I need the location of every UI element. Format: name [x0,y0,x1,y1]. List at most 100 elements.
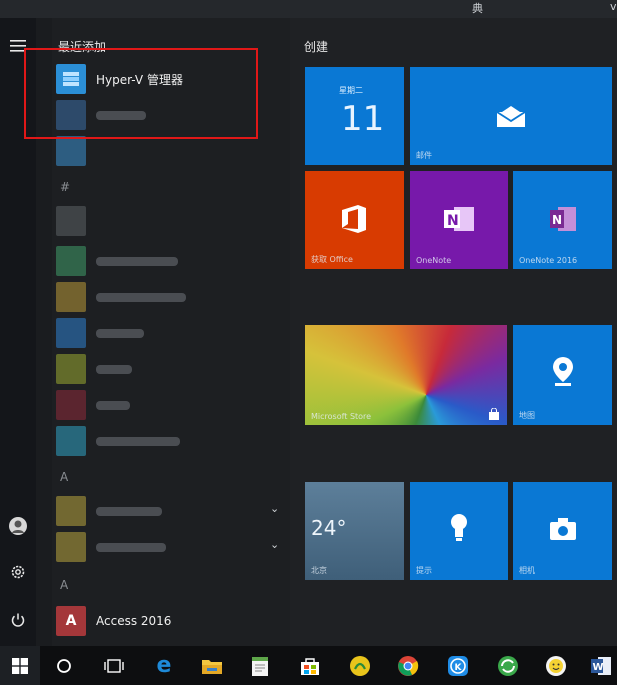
desktop-top-strip: 典 v [0,0,617,18]
folder-icon [56,496,86,526]
taskbar-app-notepad[interactable] [240,646,280,685]
mail-tile-label: 邮件 [416,151,432,160]
store-bag-icon [301,657,319,675]
app-item-blurred[interactable] [56,280,286,314]
svg-text:N: N [552,213,562,227]
notepad-icon [252,656,268,676]
app-icon [56,206,86,236]
desktop-top-text-a: 典 [472,2,483,15]
folder-icon [56,532,86,562]
onenote-tile-label: OneNote [416,256,452,265]
office-tile[interactable]: 获取 Office [305,171,404,269]
calendar-day: 11 [341,99,385,139]
mail-tile[interactable]: 邮件 [410,67,612,165]
calendar-tile[interactable]: 星期二 11 [305,67,404,165]
camera-tile[interactable]: 相机 [513,482,612,580]
blurred-app-label [96,328,144,338]
yellow-app-icon [350,655,370,676]
section-letter[interactable]: A [60,578,68,592]
app-item-blurred[interactable] [56,244,286,278]
access-icon: A [56,606,86,636]
app-folder-blurred[interactable] [56,494,286,528]
map-pin-icon [549,355,577,389]
search-button[interactable] [44,646,84,685]
app-item-blurred[interactable] [56,316,286,350]
task-view-button[interactable] [94,646,134,685]
chrome-icon [398,655,419,676]
app-icon [56,390,86,420]
taskbar-app-edge[interactable]: e [144,646,184,685]
app-item-blurred[interactable] [56,424,286,458]
svg-text:N: N [447,213,459,229]
chevron-down-icon[interactable]: ⌄ [270,502,279,515]
smiley-icon [546,655,566,676]
app-folder-blurred[interactable] [56,530,286,564]
app-item-blurred[interactable] [56,352,286,386]
mail-icon [496,105,526,129]
onenote-2016-icon: N [547,205,579,233]
taskbar-app-word[interactable]: W [584,646,617,685]
camera-tile-label: 相机 [519,566,535,575]
office-icon [339,203,369,235]
section-letter[interactable]: # [60,180,70,194]
blurred-app-label [96,364,132,374]
camera-icon [547,516,579,542]
blurred-app-label [96,542,166,552]
weather-tile[interactable]: 24° 北京 [305,482,404,580]
windows-logo-icon [12,657,28,674]
app-icon [56,136,86,166]
blurred-app-label [96,436,180,446]
app-icon [56,354,86,384]
desktop-top-text-b: v [610,0,617,13]
task-view-icon [104,658,124,673]
app-item-blurred[interactable] [56,388,286,422]
taskbar-app-green[interactable] [488,646,528,685]
edge-icon: e [156,653,172,678]
power-icon[interactable] [0,606,36,634]
shopping-bag-icon [487,407,501,421]
store-tile-label: Microsoft Store [311,412,372,421]
svg-text:W: W [592,662,603,673]
weather-tile-label: 北京 [311,566,327,575]
folder-icon [202,659,222,674]
maps-tile[interactable]: 地图 [513,325,612,425]
app-item-access[interactable]: A Access 2016 [56,604,286,638]
tips-tile[interactable]: 提示 [410,482,508,580]
settings-gear-icon[interactable] [0,558,36,586]
taskbar-app-yellow[interactable] [340,646,380,685]
k-app-icon: K [448,655,468,676]
chevron-down-icon[interactable]: ⌄ [270,538,279,551]
taskbar-app-kugou[interactable]: K [438,646,478,685]
blurred-app-label [96,506,162,516]
blurred-app-label [96,292,186,302]
office-tile-label: 获取 Office [311,255,353,264]
tips-tile-label: 提示 [416,566,432,575]
tile-group-title: 创建 [304,40,329,54]
svg-text:K: K [455,663,463,673]
app-item-blurred[interactable] [56,134,286,168]
onenote-tile[interactable]: N OneNote [410,171,508,269]
onenote-icon: N [442,203,476,235]
taskbar-app-explorer[interactable] [192,646,232,685]
onenote-2016-tile[interactable]: N OneNote 2016 [513,171,612,269]
app-label-access: Access 2016 [96,614,172,628]
start-button[interactable] [0,646,40,685]
green-sync-icon [498,655,518,676]
blurred-app-label [96,256,178,266]
taskbar-app-smiley[interactable] [536,646,576,685]
highlight-box [24,48,258,139]
taskbar-app-chrome[interactable] [388,646,428,685]
taskbar: e K W [0,646,617,685]
user-avatar[interactable] [0,512,36,540]
app-icon [56,246,86,276]
maps-tile-label: 地图 [519,411,535,420]
blurred-app-label [96,400,130,410]
app-item-blurred[interactable] [56,204,286,238]
calendar-weekday: 星期二 [339,86,363,95]
app-icon [56,318,86,348]
store-tile[interactable]: Microsoft Store [305,325,507,425]
onenote-2016-tile-label: OneNote 2016 [519,256,578,265]
taskbar-app-store[interactable] [290,646,330,685]
app-icon [56,426,86,456]
section-letter[interactable]: A [60,470,68,484]
